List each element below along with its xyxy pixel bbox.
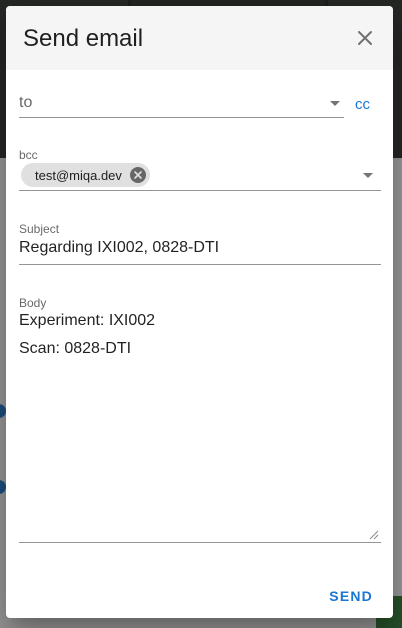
bcc-label: bcc [19,148,38,162]
body-textarea[interactable]: Body Experiment: IXI002 Scan: 0828-DTI [19,294,381,543]
to-underline [19,117,344,118]
close-icon [134,171,142,179]
bcc-select[interactable]: bcc test@miqa.dev [19,146,381,191]
resize-handle-icon[interactable] [369,530,379,540]
chevron-down-icon[interactable] [330,101,340,106]
body-underline [19,542,381,543]
subject-input[interactable]: Regarding IXI002, 0828-DTI [19,239,219,257]
subject-field[interactable]: Subject Regarding IXI002, 0828-DTI [19,220,381,265]
body-label: Body [19,296,47,310]
subject-underline [19,264,381,265]
chip-remove-icon[interactable] [129,167,146,183]
send-button[interactable]: SEND [327,578,375,614]
to-select[interactable]: to [19,90,344,118]
body-text-line: Scan: 0828-DTI [19,340,132,357]
subject-label: Subject [19,222,60,236]
close-icon [358,31,372,45]
bcc-underline [19,190,381,191]
recipient-chip[interactable]: test@miqa.dev [21,163,150,187]
body-text-line: Experiment: IXI002 [19,312,156,329]
chevron-down-icon[interactable] [363,173,373,178]
dialog-title: Send email [23,25,144,52]
send-email-dialog: Send email to cc bcc test@miqa.dev Subje… [6,6,393,618]
to-placeholder: to [19,94,33,111]
close-button[interactable] [349,22,381,54]
dialog-header: Send email [6,6,393,70]
chip-text: test@miqa.dev [35,167,122,183]
cc-button[interactable]: cc [355,96,370,113]
